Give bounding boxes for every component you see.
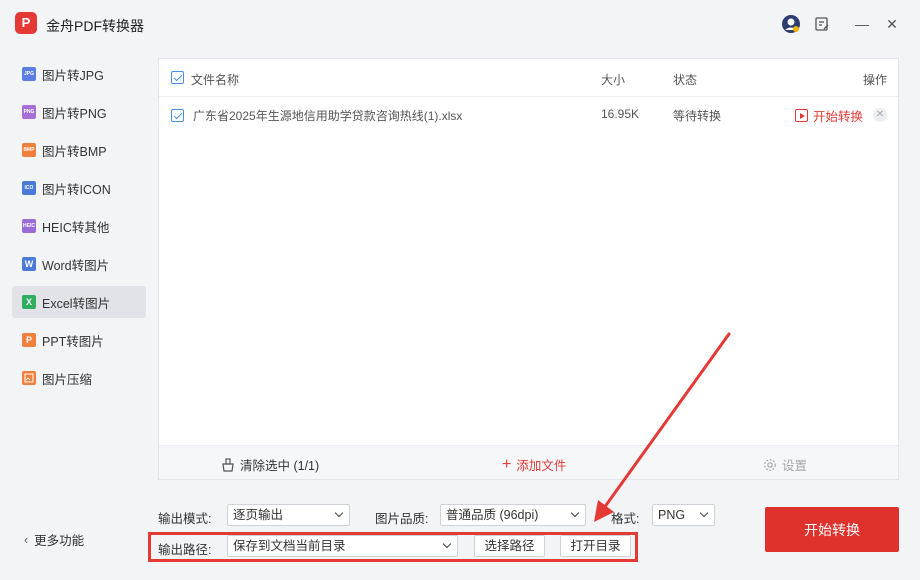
compress-icon — [22, 371, 36, 385]
row-start-convert-button[interactable]: 开始转换 — [795, 106, 863, 125]
choose-path-button[interactable]: 选择路径 — [474, 535, 545, 557]
heic-icon: HEIC — [22, 219, 36, 233]
app-logo: P — [15, 12, 37, 34]
plus-icon: + — [502, 455, 512, 473]
header-name: 文件名称 — [191, 73, 240, 87]
clear-selected-button[interactable]: 清除选中 (1/1) — [221, 455, 319, 474]
file-name: 广东省2025年生源地信用助学贷款咨询热线(1).xlsx — [193, 109, 463, 123]
file-list-panel: 文件名称 大小 状态 操作 广东省2025年生源地信用助学贷款咨询热线(1).x… — [158, 58, 899, 480]
output-mode-select[interactable]: 逐页输出 — [227, 504, 350, 526]
sidebar-item-label: PPT转图片 — [42, 334, 104, 349]
sidebar-item-label: 图片转PNG — [42, 106, 107, 121]
sidebar-item-png[interactable]: PNG 图片转PNG — [12, 96, 146, 128]
settings-button[interactable]: 设置 — [763, 455, 807, 474]
select-all-checkbox[interactable] — [171, 71, 184, 84]
sidebar-item-label: 图片转ICON — [42, 182, 111, 197]
open-directory-button[interactable]: 打开目录 — [560, 535, 631, 557]
sidebar-item-label: HEIC转其他 — [42, 220, 110, 235]
format-label: 格式: — [611, 512, 640, 526]
chevron-down-icon — [699, 508, 709, 518]
title-bar: P 金舟PDF转换器 — ✕ — [0, 0, 920, 50]
format-value: PNG — [658, 508, 686, 522]
sidebar-item-excel[interactable]: X Excel转图片 — [12, 286, 146, 318]
minimize-icon[interactable]: — — [851, 13, 873, 35]
header-status: 状态 — [673, 73, 698, 87]
row-start-convert-label: 开始转换 — [813, 110, 864, 124]
clear-selected-label: 清除选中 (1/1) — [240, 459, 320, 473]
chevron-down-icon — [334, 508, 344, 518]
remove-file-icon[interactable]: ✕ — [873, 108, 887, 122]
broom-icon — [222, 457, 234, 472]
header-action: 操作 — [863, 73, 888, 87]
sidebar-item-icon[interactable]: ICO 图片转ICON — [12, 172, 146, 204]
chevron-down-icon — [442, 539, 452, 549]
header-size: 大小 — [601, 73, 626, 87]
sidebar-item-label: Excel转图片 — [42, 296, 111, 311]
word-icon: W — [22, 257, 36, 271]
sidebar-item-bmp[interactable]: BMP 图片转BMP — [12, 134, 146, 166]
output-path-value: 保存到文档当前目录 — [233, 539, 346, 553]
png-icon: PNG — [22, 105, 36, 119]
add-file-button[interactable]: + 添加文件 — [502, 455, 566, 474]
table-header: 文件名称 大小 状态 操作 — [159, 59, 898, 97]
sidebar-item-heic[interactable]: HEIC HEIC转其他 — [12, 210, 146, 242]
table-row: 广东省2025年生源地信用助学贷款咨询热线(1).xlsx 16.95K 等待转… — [159, 97, 898, 133]
output-mode-value: 逐页输出 — [233, 508, 284, 522]
row-checkbox[interactable] — [171, 109, 184, 122]
chevron-down-icon — [570, 508, 580, 518]
sidebar-item-label: 图片转JPG — [42, 68, 104, 83]
avatar-icon[interactable] — [780, 13, 802, 35]
format-select[interactable]: PNG — [652, 504, 715, 526]
sidebar-item-label: Word转图片 — [42, 258, 110, 273]
feedback-icon[interactable] — [811, 13, 833, 35]
panel-footer: 清除选中 (1/1) + 添加文件 设置 — [159, 445, 898, 479]
image-quality-select[interactable]: 普通品质 (96dpi) — [440, 504, 586, 526]
sidebar-item-compress[interactable]: 图片压缩 — [12, 362, 146, 394]
ppt-icon: P — [22, 333, 36, 347]
image-quality-value: 普通品质 (96dpi) — [446, 508, 539, 522]
output-path-select[interactable]: 保存到文档当前目录 — [227, 535, 458, 557]
image-quality-label: 图片品质: — [375, 512, 429, 526]
close-icon[interactable]: ✕ — [881, 13, 903, 35]
app-title: 金舟PDF转换器 — [46, 18, 144, 34]
excel-icon: X — [22, 295, 36, 309]
icon-format-icon: ICO — [22, 181, 36, 195]
sidebar-item-label: 图片压缩 — [42, 372, 93, 387]
file-size: 16.95K — [601, 107, 640, 121]
gear-icon — [764, 458, 776, 471]
sidebar: JPG 图片转JPG PNG 图片转PNG BMP 图片转BMP ICO 图片转… — [0, 50, 155, 580]
more-features-label: 更多功能 — [34, 534, 85, 548]
sidebar-item-ppt[interactable]: P PPT转图片 — [12, 324, 146, 356]
file-status: 等待转换 — [673, 109, 722, 123]
sidebar-item-jpg[interactable]: JPG 图片转JPG — [12, 58, 146, 90]
more-features-link[interactable]: ‹ 更多功能 — [24, 530, 84, 549]
chevron-left-icon: ‹ — [24, 532, 29, 547]
output-mode-label: 输出模式: — [158, 512, 212, 526]
sidebar-item-word[interactable]: W Word转图片 — [12, 248, 146, 280]
jpg-icon: JPG — [22, 67, 36, 81]
bmp-icon: BMP — [22, 143, 36, 157]
sidebar-item-label: 图片转BMP — [42, 144, 107, 159]
play-icon — [795, 109, 808, 122]
settings-label: 设置 — [782, 459, 808, 473]
add-file-label: 添加文件 — [516, 459, 567, 473]
output-path-label: 输出路径: — [158, 543, 212, 557]
start-convert-button[interactable]: 开始转换 — [765, 507, 899, 552]
